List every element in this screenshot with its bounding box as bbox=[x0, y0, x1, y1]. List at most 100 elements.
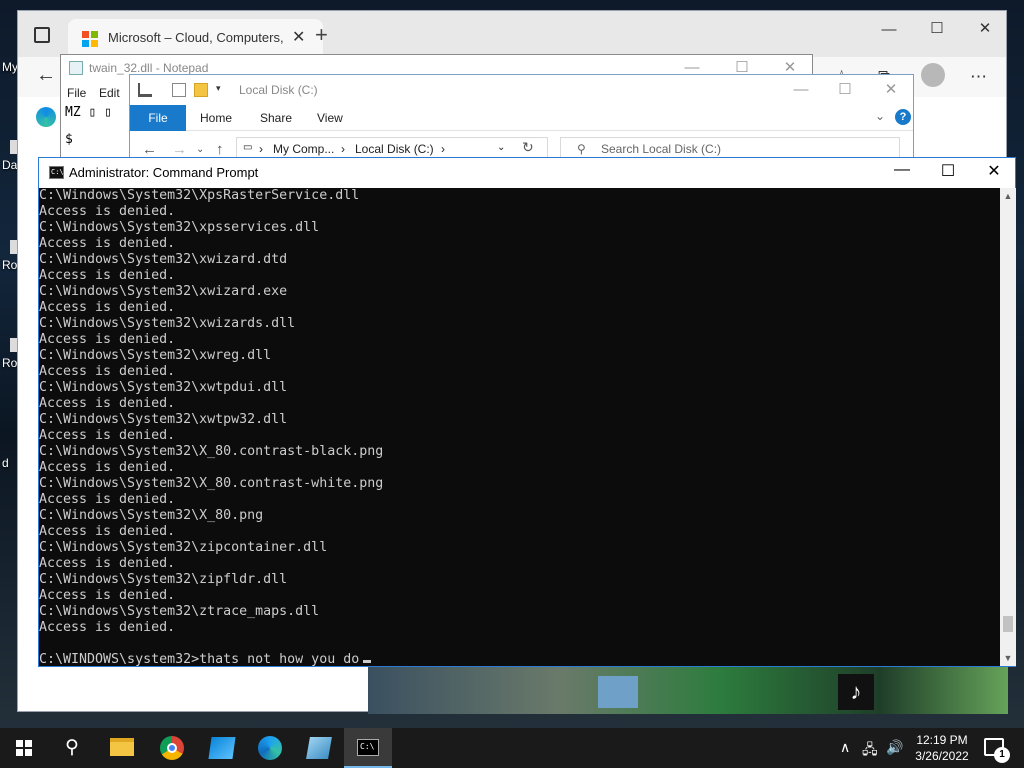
desktop-icon-label[interactable]: d bbox=[2, 456, 9, 470]
cmd-output-line: Access is denied. bbox=[39, 332, 176, 347]
explorer-title-bar[interactable]: ▾ Local Disk (C:) — ☐ ✕ bbox=[130, 75, 913, 105]
more-options-icon[interactable]: ⋯ bbox=[970, 67, 987, 87]
taskbar-edge[interactable] bbox=[246, 728, 294, 768]
cmd-minimize-button[interactable]: — bbox=[879, 161, 925, 179]
volume-icon[interactable]: 🔊 bbox=[886, 739, 903, 756]
help-icon[interactable]: ? bbox=[895, 109, 911, 125]
notepad-line: MZ ▯ ▯ bbox=[65, 105, 112, 120]
cmd-output-line: C:\Windows\System32\xwreg.dll bbox=[39, 348, 272, 363]
desktop-icon-label[interactable]: Ro bbox=[2, 258, 17, 272]
command-prompt-window: C:\ Administrator: Command Prompt — ☐ ✕ … bbox=[38, 157, 1016, 667]
notepad-app-icon bbox=[306, 737, 332, 759]
start-button[interactable] bbox=[0, 728, 48, 768]
show-hidden-icons-chevron-icon[interactable]: ∧ bbox=[840, 739, 850, 756]
cmd-output-line: C:\WINDOWS\system32>thats not how you do bbox=[39, 652, 999, 666]
desktop-icon-label[interactable]: My bbox=[2, 60, 18, 74]
clock-date: 3/26/2022 bbox=[915, 749, 969, 763]
address-separator: › bbox=[259, 142, 263, 156]
taskbar-store[interactable] bbox=[198, 728, 246, 768]
cmd-maximize-button[interactable]: ☐ bbox=[925, 161, 971, 181]
clock[interactable]: 12:19 PM 3/26/2022 bbox=[910, 732, 974, 764]
taskbar-command-prompt[interactable]: C:\ bbox=[344, 728, 392, 768]
tab-actions-icon[interactable] bbox=[34, 27, 50, 43]
search-button[interactable]: ⚲ bbox=[48, 728, 96, 768]
cmd-output-line: C:\Windows\System32\xwizard.exe bbox=[39, 284, 288, 299]
profile-avatar[interactable] bbox=[921, 63, 945, 87]
scrollbar-thumb[interactable] bbox=[1003, 616, 1013, 632]
forward-arrow-icon[interactable]: → bbox=[172, 141, 187, 158]
desktop-icon-label[interactable]: Ro bbox=[2, 356, 17, 370]
up-arrow-icon[interactable]: ↑ bbox=[216, 141, 224, 158]
page-hero-image: ♪ bbox=[368, 666, 1008, 714]
cmd-close-button[interactable]: ✕ bbox=[971, 161, 1017, 181]
scroll-down-arrow-icon[interactable]: ▼ bbox=[1000, 650, 1016, 666]
cmd-output-line: C:\Windows\System32\zipfldr.dll bbox=[39, 572, 288, 587]
tiktok-icon: ♪ bbox=[838, 674, 874, 710]
ribbon-tab-share[interactable]: Share bbox=[260, 111, 292, 125]
ribbon-tab-view[interactable]: View bbox=[317, 111, 343, 125]
file-explorer-window: ▾ Local Disk (C:) — ☐ ✕ File Home Share … bbox=[129, 74, 914, 168]
edge-minimize-button[interactable]: — bbox=[866, 21, 912, 38]
new-folder-icon[interactable] bbox=[194, 83, 208, 97]
edge-close-button[interactable]: ✕ bbox=[962, 19, 1008, 37]
taskbar-notepad[interactable] bbox=[295, 728, 343, 768]
taskbar-file-explorer[interactable] bbox=[98, 728, 146, 768]
cmd-output-line bbox=[39, 636, 999, 652]
address-separator: › bbox=[441, 142, 445, 156]
edge-tab-active[interactable]: Microsoft – Cloud, Computers, Apps & Gam… bbox=[68, 19, 323, 57]
tiles-app-icon bbox=[208, 737, 236, 759]
ribbon-collapse-icon[interactable]: ⌄ bbox=[875, 109, 885, 123]
cmd-output-line: C:\Windows\System32\xwizards.dll bbox=[39, 316, 296, 331]
cmd-icon: C:\ bbox=[49, 166, 64, 179]
properties-icon[interactable] bbox=[172, 83, 186, 97]
folder-icon bbox=[110, 738, 134, 756]
explorer-title: Local Disk (C:) bbox=[239, 83, 318, 97]
cmd-output-line: C:\Windows\System32\xwtpdui.dll bbox=[39, 380, 288, 395]
explorer-drive-icon bbox=[138, 83, 152, 97]
microsoft-logo-icon bbox=[82, 31, 98, 47]
cmd-output-line: Access is denied. bbox=[39, 268, 176, 283]
explorer-minimize-button[interactable]: — bbox=[778, 81, 824, 98]
network-icon[interactable]: 🖧 bbox=[862, 739, 878, 763]
search-placeholder: Search Local Disk (C:) bbox=[601, 142, 722, 156]
cmd-output-line: Access is denied. bbox=[39, 460, 176, 475]
menu-file[interactable]: File bbox=[67, 86, 86, 100]
explorer-ribbon: File Home Share View ⌄ ? bbox=[130, 105, 913, 131]
menu-edit[interactable]: Edit bbox=[99, 86, 120, 100]
cmd-output[interactable]: C:\Windows\System32\XpsRasterService.dll… bbox=[39, 188, 999, 666]
scroll-up-arrow-icon[interactable]: ▲ bbox=[1000, 188, 1016, 204]
back-arrow-icon[interactable]: ← bbox=[142, 141, 157, 158]
edge-maximize-button[interactable]: ☐ bbox=[914, 19, 960, 37]
notepad-text-area[interactable]: MZ ▯ ▯ $ bbox=[65, 105, 112, 147]
chrome-icon bbox=[160, 736, 184, 760]
ribbon-tab-file[interactable]: File bbox=[130, 105, 186, 131]
close-tab-icon[interactable]: ✕ bbox=[292, 27, 305, 47]
refresh-icon[interactable]: ↻ bbox=[522, 139, 534, 156]
computer-icon: ▭ bbox=[243, 142, 253, 153]
quick-access-dropdown-icon[interactable]: ▾ bbox=[216, 83, 230, 97]
new-tab-button[interactable]: + bbox=[315, 22, 328, 48]
cmd-output-line: C:\Windows\System32\zipcontainer.dll bbox=[39, 540, 328, 555]
text-cursor bbox=[363, 660, 372, 663]
notepad-line: $ bbox=[65, 132, 73, 147]
address-dropdown-icon[interactable]: ⌄ bbox=[497, 142, 505, 153]
recent-locations-icon[interactable]: ⌄ bbox=[196, 144, 204, 155]
edge-logo-icon bbox=[36, 107, 56, 127]
notepad-icon bbox=[69, 61, 83, 75]
taskbar-chrome[interactable] bbox=[148, 728, 196, 768]
edge-tab-bar: Microsoft – Cloud, Computers, Apps & Gam… bbox=[18, 11, 1006, 57]
cmd-output-line: C:\Windows\System32\xwtpw32.dll bbox=[39, 412, 288, 427]
breadcrumb-local-disk[interactable]: Local Disk (C:) bbox=[355, 142, 434, 156]
cmd-title-bar[interactable]: C:\ Administrator: Command Prompt — ☐ ✕ bbox=[39, 158, 1015, 188]
explorer-close-button[interactable]: ✕ bbox=[868, 80, 914, 98]
ribbon-tab-home[interactable]: Home bbox=[200, 111, 232, 125]
cmd-title: Administrator: Command Prompt bbox=[69, 165, 259, 180]
back-arrow-icon[interactable]: ← bbox=[36, 64, 56, 87]
cmd-scrollbar[interactable]: ▲ ▼ bbox=[1000, 188, 1016, 666]
desktop-icon-label[interactable]: Da bbox=[2, 158, 17, 172]
explorer-maximize-button[interactable]: ☐ bbox=[822, 80, 868, 98]
breadcrumb-my-computer[interactable]: My Comp... bbox=[273, 142, 334, 156]
edge-icon bbox=[258, 736, 282, 760]
cmd-output-line: Access is denied. bbox=[39, 364, 176, 379]
notepad-title: twain_32.dll - Notepad bbox=[89, 61, 209, 75]
